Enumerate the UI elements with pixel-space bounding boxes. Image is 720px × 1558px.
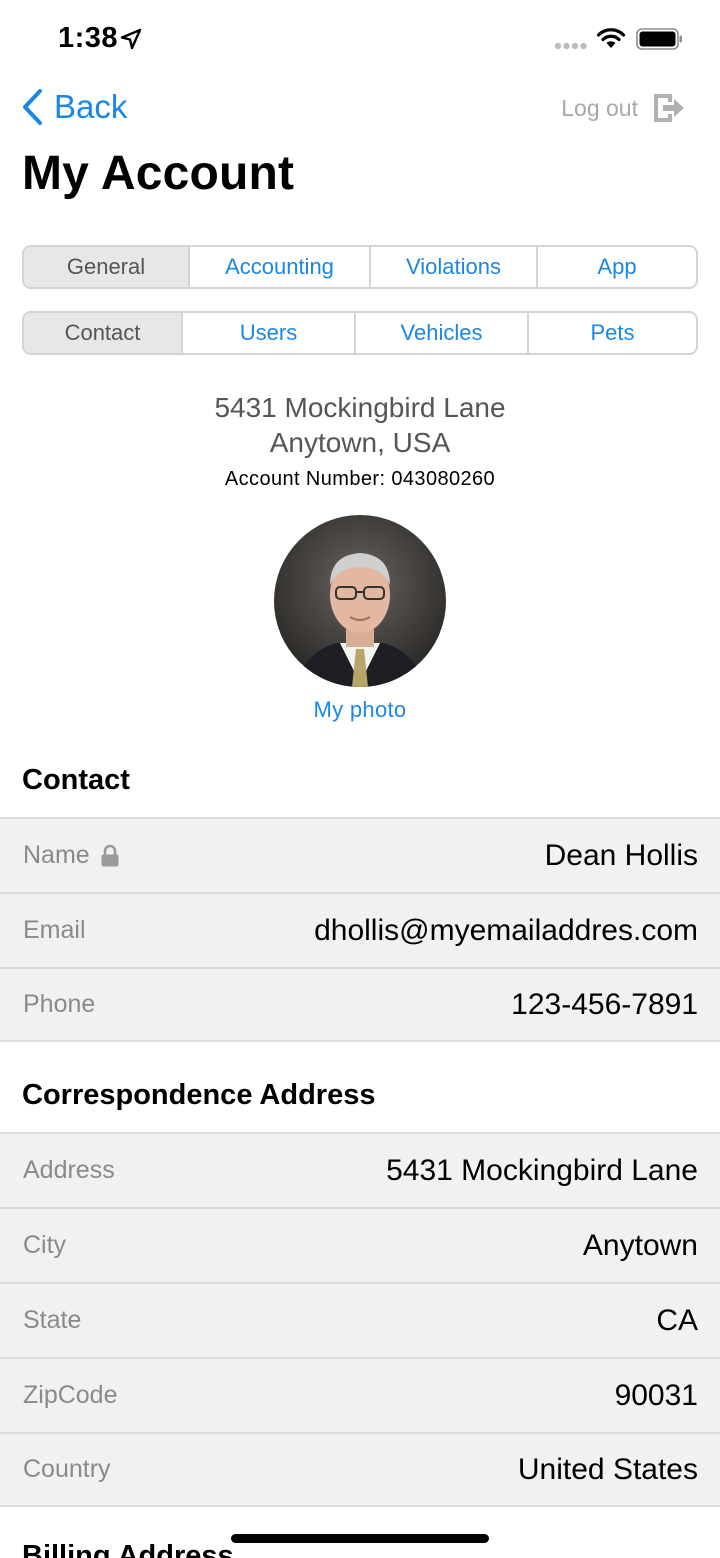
email-value[interactable]: dhollis@myemailaddres.com (314, 914, 698, 948)
tab-accounting[interactable]: Accounting (188, 247, 369, 287)
status-time: 1:38 (58, 22, 119, 54)
zipcode-label: ZipCode (23, 1381, 118, 1409)
country-label: Country (23, 1455, 111, 1483)
main-tab-bar: General Accounting Violations App (22, 245, 698, 289)
header-address-line1: 5431 Mockingbird Lane (214, 392, 506, 423)
tab-pets[interactable]: Pets (527, 313, 696, 353)
address-row-street[interactable]: Address 5431 Mockingbird Lane (0, 1132, 720, 1207)
contact-row-name: Name Dean Hollis (0, 817, 720, 892)
tab-vehicles[interactable]: Vehicles (354, 313, 527, 353)
address-row-zipcode[interactable]: ZipCode 90031 (0, 1357, 720, 1432)
phone-label: Phone (23, 990, 96, 1018)
contact-row-email[interactable]: Email dhollis@myemailaddres.com (0, 892, 720, 967)
address-row-country[interactable]: Country United States (0, 1432, 720, 1507)
battery-icon (636, 28, 682, 50)
back-chevron-icon (23, 89, 42, 125)
zipcode-value[interactable]: 90031 (615, 1379, 698, 1413)
status-bar: 1:38 (0, 0, 720, 80)
home-indicator[interactable] (231, 1534, 489, 1543)
tab-contact[interactable]: Contact (24, 313, 181, 353)
avatar-portrait (274, 515, 446, 687)
address-label: Address (23, 1156, 115, 1184)
location-arrow-icon (120, 28, 142, 50)
contact-section-title: Contact (22, 764, 130, 796)
address-row-city[interactable]: City Anytown (0, 1207, 720, 1282)
tab-general[interactable]: General (24, 247, 188, 287)
name-value: Dean Hollis (544, 838, 698, 872)
tab-users[interactable]: Users (181, 313, 354, 353)
country-value[interactable]: United States (518, 1453, 698, 1487)
account-number: Account Number: 043080260 (224, 468, 496, 490)
billing-section-title: Billing Address (22, 1540, 234, 1558)
sub-tab-bar: Contact Users Vehicles Pets (22, 311, 698, 355)
address-row-state[interactable]: State CA (0, 1282, 720, 1357)
lock-icon (101, 844, 119, 866)
row-label: Name (23, 841, 120, 870)
back-label: Back (54, 88, 128, 125)
state-label: State (23, 1306, 82, 1334)
back-button[interactable]: Back (20, 86, 127, 128)
profile-photo[interactable] (274, 515, 446, 687)
signal-icon (554, 42, 587, 50)
email-label: Email (23, 916, 86, 944)
address-value[interactable]: 5431 Mockingbird Lane (386, 1154, 698, 1188)
correspondence-section-title: Correspondence Address (22, 1079, 376, 1111)
name-label: Name (23, 841, 90, 869)
logout-button[interactable]: Log out (561, 88, 686, 128)
state-value[interactable]: CA (656, 1304, 698, 1338)
city-value[interactable]: Anytown (583, 1229, 698, 1263)
wifi-icon (596, 28, 626, 48)
phone-value[interactable]: 123-456-7891 (511, 988, 698, 1022)
page-title: My Account (22, 147, 295, 200)
tab-app[interactable]: App (536, 247, 696, 287)
logout-label: Log out (561, 94, 638, 121)
header-address-line2: Anytown, USA (269, 427, 451, 458)
city-label: City (23, 1231, 67, 1259)
tab-violations[interactable]: Violations (369, 247, 536, 287)
my-photo-link[interactable]: My photo (0, 697, 720, 723)
contact-row-phone[interactable]: Phone 123-456-7891 (0, 967, 720, 1042)
logout-icon (654, 94, 684, 122)
